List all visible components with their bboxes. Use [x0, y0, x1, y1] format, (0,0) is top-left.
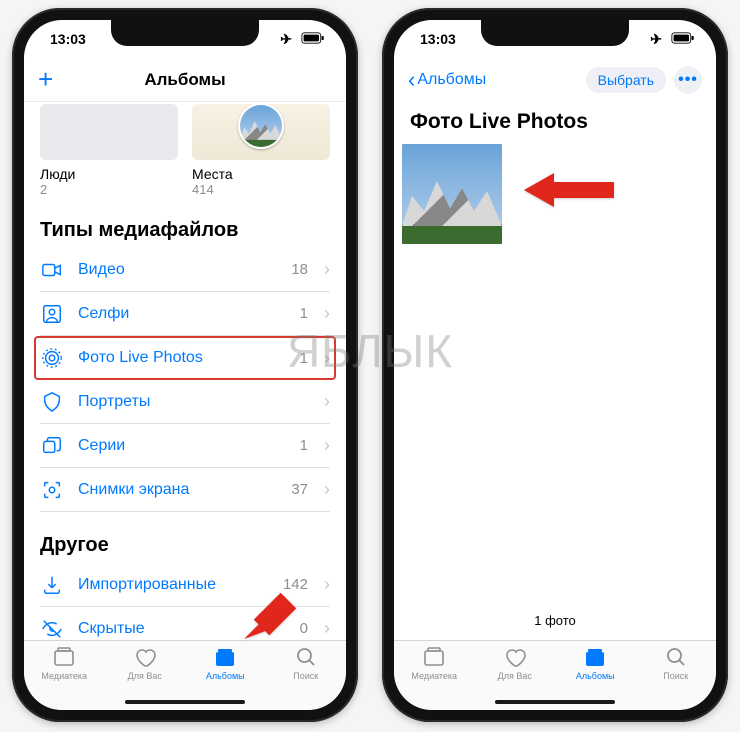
add-button[interactable]: +	[38, 64, 53, 95]
row-count: 37	[291, 481, 308, 498]
tab-label: Альбомы	[576, 671, 615, 681]
photo-thumbnail[interactable]	[402, 144, 502, 244]
row-label: Селфи	[78, 305, 286, 323]
screen-right: 13:03 ✈︎ ‹ Альбомы	[394, 20, 716, 710]
people-title: Люди	[40, 166, 178, 182]
row-live-photos[interactable]: Фото Live Photos 1 ›	[40, 338, 330, 378]
row-highlight: Фото Live Photos 1 ›	[34, 336, 336, 380]
row-count: 1	[300, 350, 308, 367]
row-label: Портреты	[78, 393, 294, 411]
people-count: 2	[40, 182, 178, 197]
chevron-left-icon: ‹	[408, 67, 415, 93]
places-title: Места	[192, 166, 330, 182]
burst-icon	[40, 435, 64, 457]
status-time: 13:03	[420, 31, 456, 47]
photo-count: 1 фото	[394, 605, 716, 640]
tab-label: Медиатека	[411, 671, 457, 681]
phone-left: 13:03 ✈︎ + Альбомы	[12, 8, 358, 722]
battery-icon	[670, 31, 696, 47]
tab-label: Для Вас	[498, 671, 532, 681]
row-count: 18	[291, 261, 308, 278]
people-album[interactable]: Люди 2	[40, 104, 178, 197]
screen-left: 13:03 ✈︎ + Альбомы	[24, 20, 346, 710]
section-media-types: Типы медиафайлов	[40, 219, 330, 242]
places-count: 414	[192, 182, 330, 197]
tab-library[interactable]: Медиатека	[24, 645, 105, 710]
row-portraits[interactable]: Портреты ›	[40, 380, 330, 424]
chevron-right-icon: ›	[324, 618, 330, 639]
import-icon	[40, 574, 64, 596]
notch	[111, 20, 259, 46]
ellipsis-icon: •••	[678, 71, 698, 89]
row-video[interactable]: Видео 18 ›	[40, 248, 330, 292]
navbar: ‹ Альбомы Выбрать •••	[394, 58, 716, 102]
airplane-icon: ✈︎	[650, 31, 662, 48]
phone-right: 13:03 ✈︎ ‹ Альбомы	[382, 8, 728, 722]
row-count: 1	[300, 305, 308, 322]
section-other: Другое	[40, 534, 330, 557]
status-icons: ✈︎	[650, 31, 696, 48]
chevron-right-icon: ›	[324, 259, 330, 280]
home-indicator	[495, 700, 615, 704]
video-icon	[40, 259, 64, 281]
chevron-right-icon: ›	[324, 479, 330, 500]
hidden-icon	[40, 618, 64, 640]
battery-icon	[300, 31, 326, 47]
row-screenshots[interactable]: Снимки экрана 37 ›	[40, 468, 330, 512]
navbar: + Альбомы	[24, 58, 346, 102]
chevron-right-icon: ›	[324, 435, 330, 456]
row-label: Серии	[78, 437, 286, 455]
status-time: 13:03	[50, 31, 86, 47]
tab-search[interactable]: Поиск	[636, 645, 717, 710]
selfie-icon	[40, 303, 64, 325]
tab-label: Для Вас	[128, 671, 162, 681]
annotation-arrow	[524, 165, 624, 220]
more-button[interactable]: •••	[674, 66, 702, 94]
portrait-icon	[40, 391, 64, 413]
nav-title: Альбомы	[144, 70, 225, 90]
tab-label: Альбомы	[206, 671, 245, 681]
back-label: Альбомы	[417, 71, 486, 89]
tab-label: Медиатека	[41, 671, 87, 681]
tab-label: Поиск	[293, 671, 318, 681]
places-album[interactable]: Места 414	[192, 104, 330, 197]
annotation-arrow	[224, 577, 304, 662]
chevron-right-icon: ›	[324, 348, 330, 369]
back-button[interactable]: ‹ Альбомы	[408, 67, 486, 93]
live-photos-icon	[40, 347, 64, 369]
row-label: Видео	[78, 261, 277, 279]
select-button[interactable]: Выбрать	[586, 67, 666, 93]
chevron-right-icon: ›	[324, 574, 330, 595]
album-title: Фото Live Photos	[394, 102, 716, 144]
smart-albums-row: Люди 2 Места 414	[40, 104, 330, 197]
notch	[481, 20, 629, 46]
screenshot-icon	[40, 479, 64, 501]
tab-label: Поиск	[663, 671, 688, 681]
tab-library[interactable]: Медиатека	[394, 645, 475, 710]
row-label: Фото Live Photos	[78, 349, 286, 367]
row-bursts[interactable]: Серии 1 ›	[40, 424, 330, 468]
chevron-right-icon: ›	[324, 303, 330, 324]
chevron-right-icon: ›	[324, 391, 330, 412]
row-label: Снимки экрана	[78, 481, 277, 499]
status-icons: ✈︎	[280, 31, 326, 48]
row-count: 1	[300, 437, 308, 454]
airplane-icon: ✈︎	[280, 31, 292, 48]
row-selfie[interactable]: Селфи 1 ›	[40, 292, 330, 336]
home-indicator	[125, 700, 245, 704]
